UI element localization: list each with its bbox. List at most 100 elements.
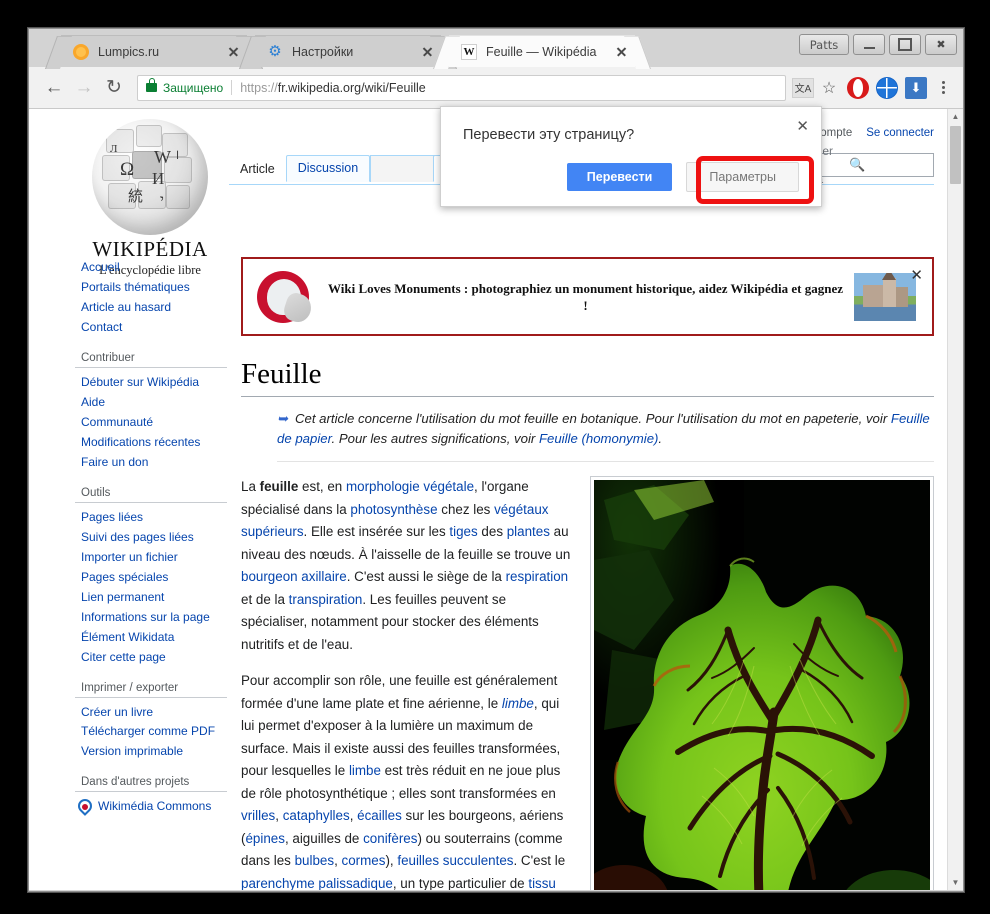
site-notice-banner: Wiki Loves Monuments : photographiez un … <box>241 257 934 336</box>
hatnote: ➥ Cet article concerne l'utilisation du m… <box>277 409 934 462</box>
opera-vpn-icon[interactable] <box>847 76 869 99</box>
banner-close-icon[interactable]: ✕ <box>910 266 923 284</box>
sidebar-item-informations[interactable]: Informations sur la page <box>75 607 227 627</box>
back-arrow-icon[interactable]: ← <box>39 73 69 103</box>
hatnote-link-homonymie[interactable]: Feuille (homonymie) <box>539 431 658 446</box>
sidebar-item-telecharger-pdf[interactable]: Télécharger comme PDF <box>75 722 227 741</box>
sidebar-item-wikidata[interactable]: Élément Wikidata <box>75 627 227 647</box>
security-label: Защищено <box>163 80 224 95</box>
link-epines[interactable]: épines <box>245 831 284 846</box>
sidebar-item-pages-speciales[interactable]: Pages spéciales <box>75 567 227 587</box>
link-feuilles-succulentes[interactable]: feuilles succulentes <box>397 853 513 868</box>
kebab-menu-icon[interactable] <box>933 79 953 96</box>
wikipedia-logo[interactable]: Ω W И 統 י Л ا WIKIPÉDIA L'encyclopédie l… <box>75 119 225 278</box>
globe-icon[interactable] <box>876 76 898 99</box>
tab-discussion[interactable]: Discussion <box>285 155 371 182</box>
url-scheme: https:// <box>240 80 278 95</box>
maximize-button[interactable] <box>889 34 921 55</box>
link-ecailles[interactable]: écailles <box>357 808 402 823</box>
sidebar-group-contribuer: Contribuer Débuter sur Wikipédia Aide Co… <box>75 350 227 472</box>
sidebar-item-article-hasard[interactable]: Article au hasard <box>75 297 227 317</box>
url-text: https://fr.wikipedia.org/wiki/Feuille <box>240 81 426 95</box>
hatnote-text-2: . Pour les autres significations, voir <box>331 431 539 446</box>
link-limbe-1[interactable]: limbe <box>502 696 534 711</box>
link-transpiration[interactable]: transpiration <box>289 592 363 607</box>
link-cataphylles[interactable]: cataphylles <box>283 808 350 823</box>
sidebar-item-label: Wikimédia Commons <box>98 799 212 813</box>
wiki-sidebar: Accueil Portails thématiques Article au … <box>75 257 227 831</box>
sidebar-item-pages-liees[interactable]: Pages liées <box>75 507 227 527</box>
link-photosynthese[interactable]: photosynthèse <box>350 502 437 517</box>
wikipedia-w-icon: W <box>461 43 477 60</box>
magnifier-icon[interactable]: 🔍 <box>849 157 927 173</box>
translate-button[interactable]: Перевести <box>566 163 673 191</box>
link-bourgeon-axillaire[interactable]: bourgeon axillaire <box>241 569 347 584</box>
address-bar[interactable]: Защищено https://fr.wikipedia.org/wiki/F… <box>137 74 786 101</box>
scroll-up-arrow-icon[interactable]: ▲ <box>948 109 963 124</box>
sidebar-item-portails[interactable]: Portails thématiques <box>75 277 227 297</box>
link-tissu[interactable]: tissu <box>528 876 556 891</box>
orange-circle-icon <box>73 43 89 60</box>
gear-icon: ⚙ <box>268 42 282 60</box>
vertical-scrollbar[interactable]: ▲ ▼ <box>947 109 963 890</box>
lock-icon <box>146 78 157 92</box>
url-host-path: fr.wikipedia.org/wiki/Feuille <box>277 80 426 95</box>
reload-icon[interactable]: ↻ <box>99 73 129 103</box>
link-parenchyme-palissadique[interactable]: parenchyme palissadique <box>241 876 393 891</box>
link-plantes[interactable]: plantes <box>507 524 550 539</box>
sidebar-heading-autres-projets: Dans d'autres projets <box>75 774 227 792</box>
wikipedia-globe-icon: Ω W И 統 י Л ا <box>92 119 208 235</box>
sidebar-item-contact[interactable]: Contact <box>75 317 227 337</box>
download-icon[interactable]: ⬇ <box>905 76 927 99</box>
minimize-button[interactable] <box>853 34 885 55</box>
sidebar-item-aide[interactable]: Aide <box>75 392 227 412</box>
leaf-photograph[interactable] <box>594 480 930 890</box>
browser-tab-0[interactable]: Lumpics.ru <box>61 35 247 67</box>
sidebar-group-outils: Outils Pages liées Suivi des pages liées… <box>75 485 227 667</box>
tab-title: Настройки <box>292 44 354 59</box>
sidebar-item-lien-permanent[interactable]: Lien permanent <box>75 587 227 607</box>
sidebar-item-faire-un-don[interactable]: Faire un don <box>75 452 227 472</box>
link-limbe-2[interactable]: limbe <box>349 763 381 778</box>
link-tiges[interactable]: tiges <box>449 524 477 539</box>
forward-arrow-icon[interactable]: → <box>69 73 99 103</box>
sidebar-item-accueil[interactable]: Accueil <box>75 257 227 277</box>
sidebar-heading-imprimer: Imprimer / exporter <box>75 680 227 698</box>
translate-icon[interactable]: 文A <box>792 77 814 98</box>
scrollbar-thumb[interactable] <box>950 126 961 184</box>
user-button[interactable]: Patts <box>799 34 849 55</box>
castle-photo <box>854 272 916 321</box>
tab-title: Lumpics.ru <box>98 44 160 59</box>
link-bulbes[interactable]: bulbes <box>295 853 334 868</box>
sidebar-item-communaute[interactable]: Communauté <box>75 412 227 432</box>
tab-article[interactable]: Article <box>229 157 286 182</box>
link-vrilles[interactable]: vrilles <box>241 808 275 823</box>
close-button[interactable]: ✖ <box>925 34 957 55</box>
paragraph-2: Pour accomplir son rôle, une feuille est… <box>241 673 566 891</box>
tab-close-icon[interactable] <box>225 44 241 60</box>
disambiguation-icon: ➥ <box>277 411 289 426</box>
translate-popup-close-icon[interactable]: ✕ <box>796 117 809 135</box>
star-icon[interactable]: ☆ <box>818 78 840 98</box>
link-morphologie-vegetale[interactable]: morphologie végétale <box>346 479 474 494</box>
tab-title: Feuille — Wikipédia <box>486 44 597 59</box>
sidebar-item-importer[interactable]: Importer un fichier <box>75 547 227 567</box>
browser-tab-2[interactable]: W Feuille — Wikipédia <box>449 35 635 67</box>
link-cormes[interactable]: cormes <box>342 853 386 868</box>
sidebar-item-citer[interactable]: Citer cette page <box>75 647 227 667</box>
sidebar-item-debuter[interactable]: Débuter sur Wikipédia <box>75 372 227 392</box>
tab-close-icon[interactable] <box>419 44 435 60</box>
sidebar-item-modifications[interactable]: Modifications récentes <box>75 432 227 452</box>
translate-popup-title: Перевести эту страницу? <box>463 127 635 143</box>
scroll-down-arrow-icon[interactable]: ▼ <box>948 875 963 890</box>
sidebar-item-version-imprimable[interactable]: Version imprimable <box>75 741 227 761</box>
account-link-login[interactable]: Se connecter <box>866 127 934 139</box>
sidebar-item-wikimedia-commons[interactable]: Wikimédia Commons <box>75 796 227 818</box>
sidebar-item-suivi-pages[interactable]: Suivi des pages liées <box>75 527 227 547</box>
link-respiration[interactable]: respiration <box>506 569 569 584</box>
article-text-column: La feuille est, en morphologie végétale,… <box>241 476 574 890</box>
sidebar-item-creer-livre[interactable]: Créer un livre <box>75 702 227 722</box>
browser-tab-1[interactable]: ⚙ Настройки <box>255 35 441 67</box>
tab-close-icon[interactable] <box>613 44 629 60</box>
link-coniferes[interactable]: conifères <box>363 831 417 846</box>
